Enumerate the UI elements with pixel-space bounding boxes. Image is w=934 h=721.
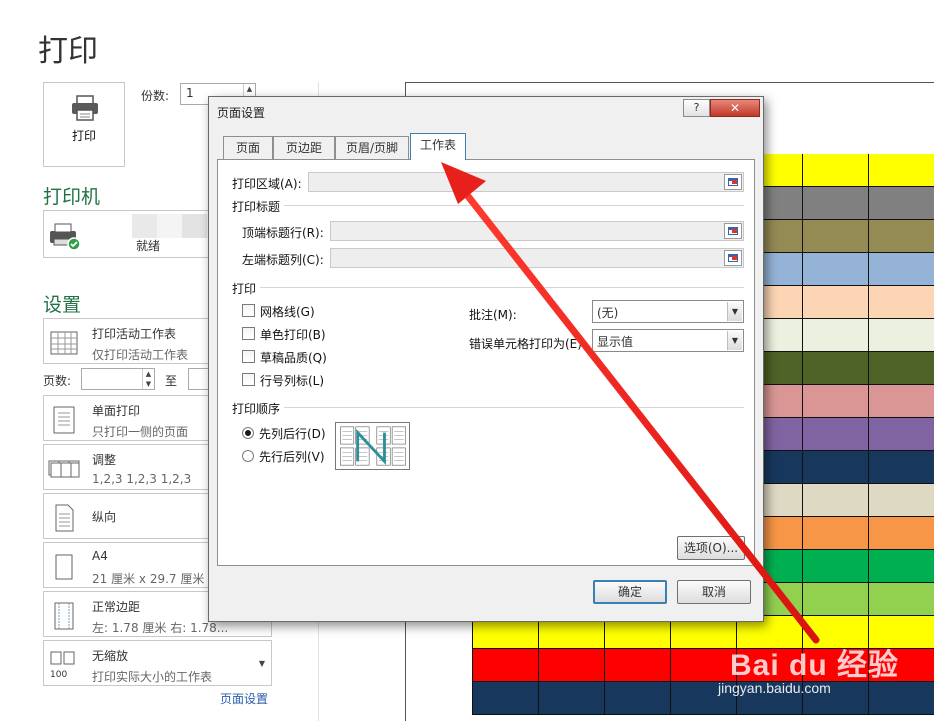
chevron-down-icon: ▼: [727, 302, 742, 321]
ok-button[interactable]: 确定: [593, 580, 667, 604]
left-cols-input[interactable]: [330, 248, 744, 268]
options-button[interactable]: 选项(O)...: [677, 536, 745, 560]
top-rows-label: 顶端标题行(R):: [242, 226, 324, 240]
option-line2: 1,2,3 1,2,3 1,2,3: [92, 472, 192, 486]
tab-margins[interactable]: 页边距: [273, 136, 335, 160]
pages-from-input[interactable]: ▲ ▼: [81, 368, 155, 390]
no-scaling-icon: 100: [50, 651, 75, 680]
row-col-headings-label: 行号列标(L): [260, 374, 325, 388]
option-line1: 调整: [92, 453, 117, 467]
pages-from-spinner[interactable]: ▲ ▼: [142, 369, 154, 389]
settings-heading: 设置: [43, 294, 82, 316]
preview-col-line: [868, 154, 869, 715]
option-line2: 21 厘米 x 29.7 厘米: [92, 572, 205, 586]
print-group: 打印: [232, 282, 257, 296]
copies-value: 1: [186, 86, 194, 100]
cell-errors-label: 错误单元格打印为(E):: [469, 337, 586, 351]
single-sided-icon: [53, 406, 75, 434]
monochrome-checkbox[interactable]: [242, 327, 255, 340]
group-divider: [284, 407, 744, 408]
range-select-icon[interactable]: [724, 250, 742, 266]
svg-text:100: 100: [50, 670, 67, 680]
print-button[interactable]: 打印: [43, 82, 125, 167]
draft-quality-checkbox[interactable]: [242, 350, 255, 363]
option-line1: 单面打印: [92, 404, 141, 418]
collate-icon: [48, 460, 80, 478]
scaling-option[interactable]: 100 无缩放 打印实际大小的工作表 ▼: [43, 640, 272, 686]
cell-errors-value: 显示值: [597, 335, 634, 349]
down-then-over-label: 先列后行(D): [259, 427, 326, 441]
draft-quality-label: 草稿品质(Q): [260, 351, 327, 365]
cell-errors-select[interactable]: 显示值 ▼: [592, 329, 744, 352]
sheet-grid-icon: [50, 331, 78, 355]
page-setup-dialog: 页面设置 ? ✕ 页面 页边距 页眉/页脚 工作表 打印区域(A): 打印标题 …: [208, 96, 764, 622]
option-line2: 仅打印活动工作表: [92, 348, 189, 362]
margins-icon: [54, 602, 74, 630]
print-area-input[interactable]: [308, 172, 744, 192]
page-setup-link[interactable]: 页面设置: [220, 690, 268, 707]
portrait-icon: [55, 504, 74, 532]
cancel-button[interactable]: 取消: [677, 580, 751, 604]
help-button[interactable]: ?: [683, 99, 710, 117]
watermark-brand: Bai du 经验: [730, 649, 900, 682]
sheet-tab-panel: 打印区域(A): 打印标题 顶端标题行(R): 左端标题列(C): 打印 网格线…: [217, 159, 755, 566]
option-line1: 纵向: [92, 510, 117, 524]
comments-select[interactable]: (无) ▼: [592, 300, 744, 323]
comments-value: (无): [597, 306, 619, 320]
baidu-watermark: Bai du 经验 jingyan.baidu.com: [712, 632, 912, 702]
group-divider: [260, 287, 744, 288]
group-divider: [284, 205, 744, 206]
watermark-url: jingyan.baidu.com: [718, 680, 831, 696]
page-order-group: 打印顺序: [232, 402, 281, 416]
top-rows-input[interactable]: [330, 221, 744, 241]
dialog-title: 页面设置: [217, 106, 266, 120]
printer-ready-icon: [50, 223, 81, 251]
chevron-down-icon: ▼: [727, 331, 742, 350]
down-then-over-radio[interactable]: [242, 427, 254, 439]
preview-col-line: [802, 154, 803, 715]
tab-sheet[interactable]: 工作表: [410, 133, 466, 160]
left-cols-label: 左端标题列(C):: [242, 253, 324, 267]
option-line2: 只打印一侧的页面: [92, 425, 189, 439]
copies-label: 份数:: [141, 89, 170, 103]
over-then-down-label: 先行后列(V): [259, 450, 325, 464]
gridlines-label: 网格线(G): [260, 305, 315, 319]
print-area-label: 打印区域(A):: [232, 177, 302, 191]
comments-label: 批注(M):: [469, 308, 517, 322]
option-line1: 正常边距: [92, 600, 141, 614]
range-select-icon[interactable]: [724, 223, 742, 239]
option-line2: 打印实际大小的工作表: [92, 670, 213, 684]
chevron-down-icon: ▼: [258, 659, 265, 668]
row-col-headings-checkbox[interactable]: [242, 373, 255, 386]
tab-page[interactable]: 页面: [223, 136, 273, 160]
option-line1: 无缩放: [92, 649, 129, 663]
print-titles-group: 打印标题: [232, 200, 281, 214]
option-line1: 打印活动工作表: [92, 327, 177, 341]
page-title: 打印: [38, 34, 98, 69]
close-button[interactable]: ✕: [710, 99, 760, 117]
print-button-label: 打印: [71, 129, 96, 143]
range-select-icon[interactable]: [724, 174, 742, 190]
printer-status: 就绪: [136, 239, 161, 253]
page-order-preview-icon: [335, 422, 410, 470]
option-line1: A4: [92, 549, 108, 563]
pages-label: 页数:: [43, 374, 72, 388]
tab-header-footer[interactable]: 页眉/页脚: [335, 136, 409, 160]
gridlines-checkbox[interactable]: [242, 304, 255, 317]
over-then-down-radio[interactable]: [242, 450, 254, 462]
printer-icon: [72, 95, 98, 121]
to-label: 至: [165, 374, 178, 388]
monochrome-label: 单色打印(B): [260, 328, 326, 342]
paper-size-icon: [55, 554, 73, 580]
printer-heading: 打印机: [43, 186, 101, 208]
